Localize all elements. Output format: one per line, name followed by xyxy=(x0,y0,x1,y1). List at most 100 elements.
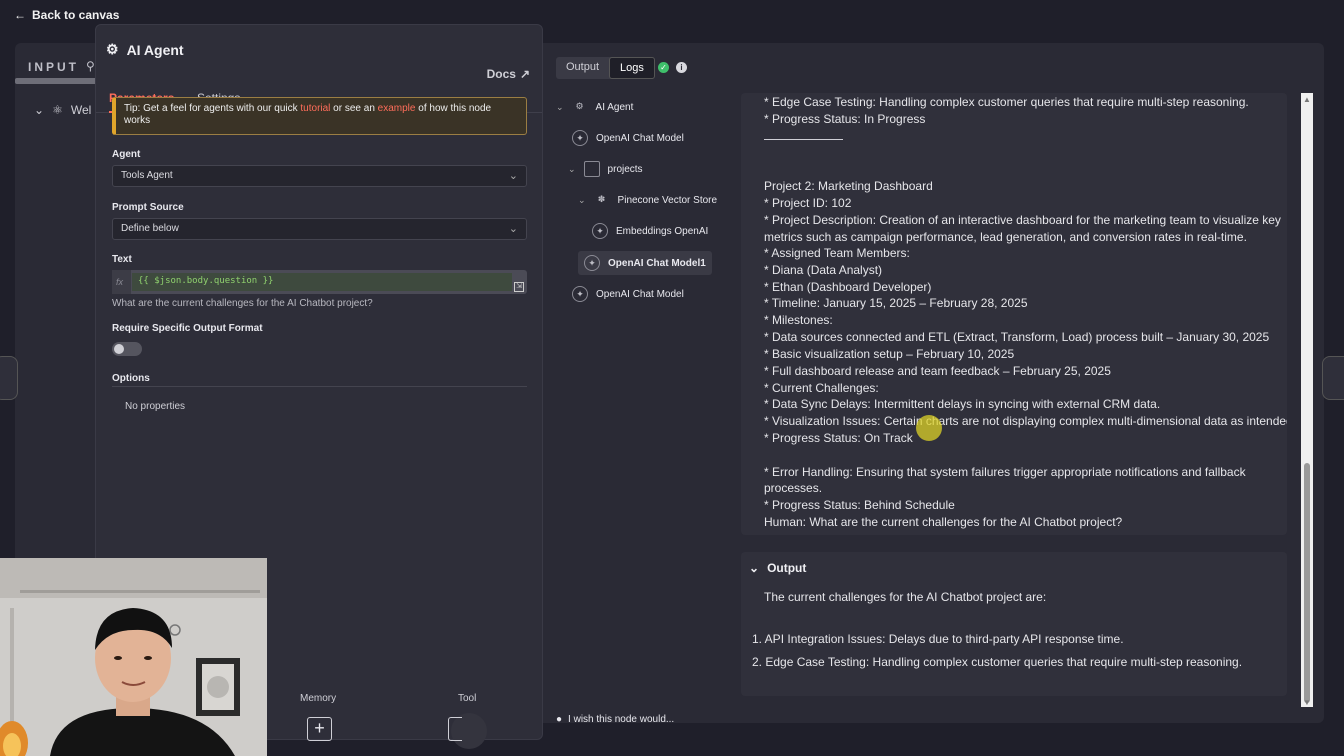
back-to-canvas-link[interactable]: ← Back to canvas xyxy=(14,8,119,22)
output-intro: The current challenges for the AI Chatbo… xyxy=(764,590,1047,604)
require-format-toggle[interactable] xyxy=(112,342,142,356)
right-drag-handle[interactable] xyxy=(1322,356,1344,400)
scroll-up-icon[interactable]: ▲ xyxy=(1303,95,1311,104)
tree-item-pinecone[interactable]: ⌄ ✽ Pinecone Vector Store xyxy=(578,188,717,212)
scroll-thumb[interactable] xyxy=(1304,463,1310,703)
prompt-source-label: Prompt Source xyxy=(112,202,184,213)
add-memory-button[interactable]: + xyxy=(307,717,332,741)
tree-item-openai-chat-model1[interactable]: ✦ OpenAI Chat Model1 xyxy=(578,251,712,275)
tab-output[interactable]: Output xyxy=(556,57,609,79)
add-tool-button[interactable] xyxy=(448,717,462,741)
chevron-down-icon: ⌄ xyxy=(578,194,586,205)
text-expression-field[interactable]: fx {{ $json.body.question }} ⇲ xyxy=(112,270,527,294)
feedback-link[interactable]: ● I wish this node would... xyxy=(556,714,674,725)
node-header: ⚙ AI Agent xyxy=(106,41,184,58)
presenter-video-frame xyxy=(0,558,267,756)
left-drag-handle[interactable] xyxy=(0,356,18,400)
chevron-down-icon: ⌄ xyxy=(556,101,564,112)
log-line: processes. xyxy=(764,481,823,495)
openai-icon: ✦ xyxy=(572,130,588,146)
input-tree-row[interactable]: ⌄ ⚛ Wel xyxy=(34,103,91,117)
log-line: * Diana (Data Analyst) xyxy=(764,263,883,277)
fx-icon: fx xyxy=(112,270,131,294)
log-line: * Data Sync Delays: Intermittent delays … xyxy=(764,397,1161,411)
docs-label: Docs xyxy=(486,67,516,81)
log-line: * Current Challenges: xyxy=(764,381,879,395)
chevron-down-icon: ⌄ xyxy=(508,223,518,235)
log-line: * Project ID: 102 xyxy=(764,196,852,210)
log-line: * Project Description: Creation of an in… xyxy=(764,213,1281,227)
arrow-left-icon: ← xyxy=(14,8,26,22)
options-divider xyxy=(112,386,527,387)
cursor-highlight xyxy=(916,415,942,441)
output-logs-tabs: Output Logs xyxy=(556,57,655,79)
log-line: Project 2: Marketing Dashboard xyxy=(764,179,933,193)
log-line: * Progress Status: In Progress xyxy=(764,112,926,126)
node-title: AI Agent xyxy=(126,41,184,58)
info-icon[interactable]: i xyxy=(676,62,687,73)
tree-item-ai-agent[interactable]: ⌄ ⚙ AI Agent xyxy=(556,95,633,119)
log-line: * Progress Status: Behind Schedule xyxy=(764,498,955,512)
input-panel-title: INPUT xyxy=(28,60,79,74)
tool-label: Tool xyxy=(458,693,477,704)
tree-item-label: Pinecone Vector Store xyxy=(617,194,718,206)
log-line: * Progress Status: On Track xyxy=(764,431,913,445)
tree-item-label: OpenAI Chat Model xyxy=(596,288,684,300)
log-input-box: * Edge Case Testing: Handling complex cu… xyxy=(741,93,1287,535)
docs-link[interactable]: Docs ↗ xyxy=(487,67,530,81)
output-scrollbar[interactable]: ▲ ▼ xyxy=(1301,93,1313,707)
pinecone-icon: ✽ xyxy=(597,194,606,204)
log-divider xyxy=(764,139,843,140)
lightbulb-icon: ● xyxy=(556,714,563,725)
input-row-label: Wel xyxy=(70,103,92,117)
webhook-icon: ⚛ xyxy=(52,103,63,117)
agent-select-value: Tools Agent xyxy=(121,170,173,181)
expression-value[interactable]: {{ $json.body.question }} xyxy=(132,273,512,291)
chevron-down-icon: ⌄ xyxy=(508,170,518,182)
tab-logs[interactable]: Logs xyxy=(609,57,655,79)
tree-item-label: AI Agent xyxy=(595,101,634,113)
log-line: * Assigned Team Members: xyxy=(764,246,910,260)
output-item: 1. API Integration Issues: Delays due to… xyxy=(752,632,1124,646)
input-scrollbar[interactable] xyxy=(15,78,100,84)
tip-text-prefix: Tip: Get a feel for agents with our quic… xyxy=(124,103,301,114)
output-result-box: ⌄ Output The current challenges for the … xyxy=(741,552,1287,696)
back-to-canvas-label: Back to canvas xyxy=(32,8,120,22)
openai-icon: ✦ xyxy=(584,255,600,271)
scroll-down-icon[interactable]: ▼ xyxy=(1303,698,1311,707)
log-line: * Edge Case Testing: Handling complex cu… xyxy=(764,95,1249,109)
expand-icon[interactable]: ⇲ xyxy=(514,282,524,292)
tree-item-embeddings-openai[interactable]: ✦ Embeddings OpenAI xyxy=(592,219,708,243)
chevron-down-icon: ⌄ xyxy=(568,163,576,174)
tree-item-openai-chat-model[interactable]: ✦ OpenAI Chat Model xyxy=(572,126,684,150)
tree-item-label: Embeddings OpenAI xyxy=(616,225,709,237)
openai-icon: ✦ xyxy=(572,286,588,302)
tutorial-link[interactable]: tutorial xyxy=(300,103,330,114)
tip-banner: Tip: Get a feel for agents with our quic… xyxy=(112,97,527,135)
prompt-source-value: Define below xyxy=(121,223,179,234)
log-line: * Ethan (Dashboard Developer) xyxy=(764,280,932,294)
webcam-overlay xyxy=(0,558,267,756)
tree-item-openai-chat-model-2[interactable]: ✦ OpenAI Chat Model xyxy=(572,282,684,306)
output-section-title: Output xyxy=(767,561,807,575)
chevron-down-icon: ⌄ xyxy=(749,561,760,575)
require-format-label: Require Specific Output Format xyxy=(112,323,263,334)
feedback-label: I wish this node would... xyxy=(568,714,675,725)
search-icon[interactable]: ⚲ xyxy=(86,59,95,73)
text-label: Text xyxy=(112,254,132,265)
no-properties-text: No properties xyxy=(125,401,186,412)
robot-icon: ⚙ xyxy=(575,101,584,111)
agent-select[interactable]: Tools Agent ⌄ xyxy=(112,165,527,187)
output-item: 2. Edge Case Testing: Handling complex c… xyxy=(752,655,1243,669)
robot-icon: ⚙ xyxy=(106,41,119,57)
tip-text-middle: or see an xyxy=(330,103,378,114)
tree-item-label: projects xyxy=(607,163,643,175)
tree-item-label: OpenAI Chat Model xyxy=(596,132,684,144)
chevron-down-icon: ⌄ xyxy=(34,103,45,117)
prompt-source-select[interactable]: Define below ⌄ xyxy=(112,218,527,240)
tree-item-label: OpenAI Chat Model1 xyxy=(608,257,706,269)
example-link[interactable]: example xyxy=(378,103,416,114)
success-check-icon: ✓ xyxy=(658,62,669,73)
tree-item-projects[interactable]: ⌄ projects xyxy=(568,157,643,181)
output-section-toggle[interactable]: ⌄ Output xyxy=(749,561,806,575)
